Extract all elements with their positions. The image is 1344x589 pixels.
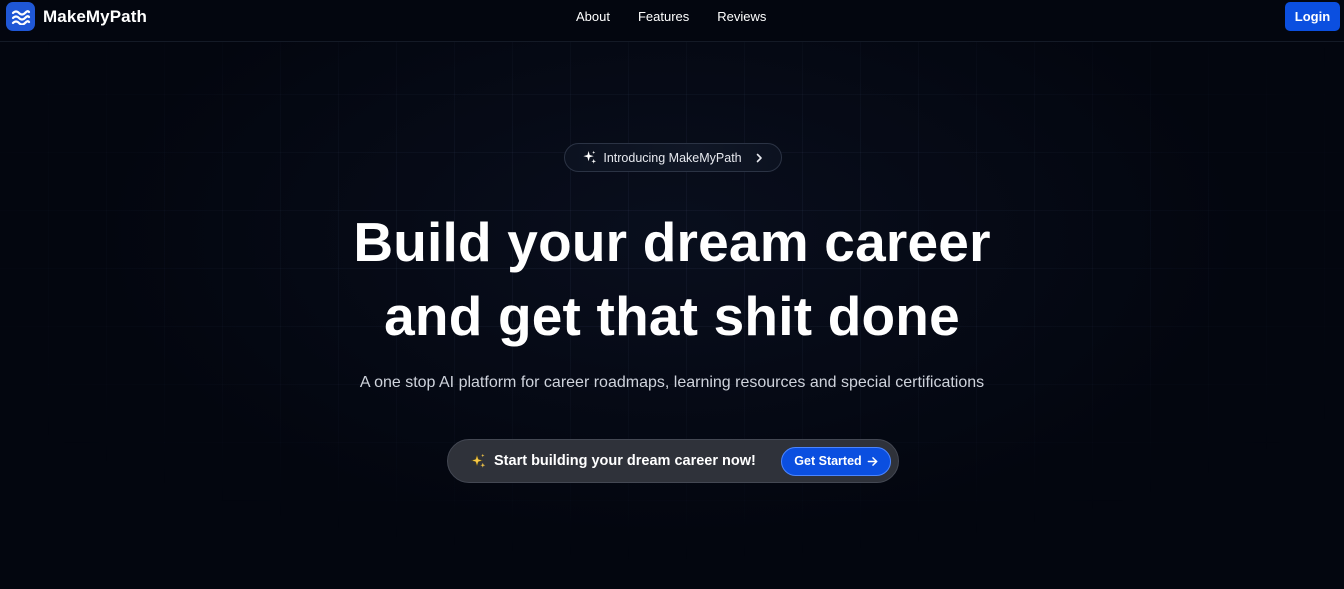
intro-pill[interactable]: Introducing MakeMyPath (564, 143, 782, 172)
intro-pill-label: Introducing MakeMyPath (603, 150, 742, 165)
nav-link-about[interactable]: About (576, 9, 610, 24)
landing-page: MakeMyPath About Features Reviews Login … (0, 0, 1344, 589)
hero-subtitle: A one stop AI platform for career roadma… (359, 374, 985, 391)
nav-link-features[interactable]: Features (638, 9, 689, 24)
cta-text: Start building your dream career now! (494, 453, 756, 469)
waves-icon (6, 2, 35, 31)
nav-link-reviews[interactable]: Reviews (717, 9, 766, 24)
brand-name: MakeMyPath (43, 6, 147, 26)
sparkles-icon (582, 150, 597, 165)
brand-link[interactable]: MakeMyPath (6, 2, 147, 31)
top-navbar: MakeMyPath About Features Reviews Login (0, 0, 1344, 42)
cta-bar: Start building your dream career now! Ge… (447, 439, 899, 483)
headline-line-2: and get that shit done (384, 285, 960, 347)
arrow-right-icon (867, 456, 878, 467)
hero-section: Introducing MakeMyPath Build your dream … (0, 0, 1344, 589)
headline-line-1: Build your dream career (353, 211, 991, 273)
get-started-button[interactable]: Get Started (781, 446, 891, 476)
main-nav: About Features Reviews (576, 9, 794, 24)
hero-headline: Build your dream career and get that shi… (0, 205, 1344, 353)
get-started-label: Get Started (794, 454, 862, 468)
chevron-right-icon (754, 153, 764, 163)
login-button[interactable]: Login (1285, 2, 1340, 31)
sparkles-emoji-icon (470, 453, 486, 469)
